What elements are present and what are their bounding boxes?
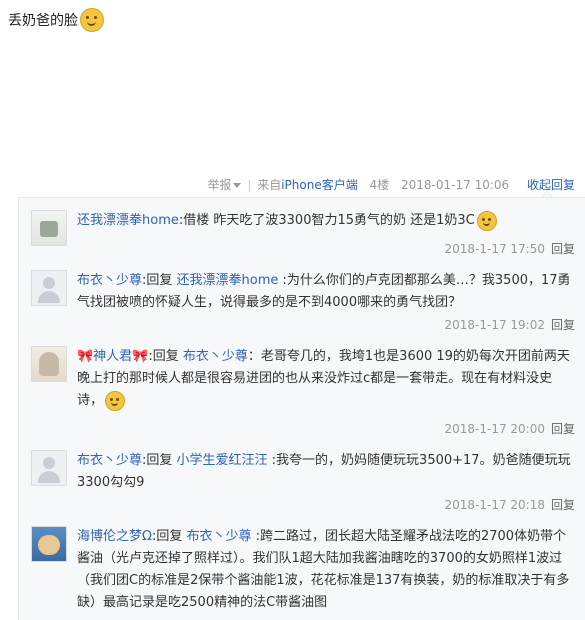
reply-time: 2018-1-17 19:02	[444, 318, 545, 332]
reply-button[interactable]: 回复	[551, 318, 575, 332]
username-link[interactable]: 还我漂漂拳home	[77, 213, 179, 228]
reply-button[interactable]: 回复	[551, 242, 575, 256]
username-link[interactable]: 布衣丶少尊	[77, 273, 142, 288]
post-text: 丢奶爸的脸	[8, 13, 78, 29]
reply-content: 布衣丶少尊:回复 还我漂漂拳home :为什么你们的卢克团都那么美…？我3500…	[77, 273, 571, 310]
reply-time: 2018-1-17 20:18	[444, 498, 545, 512]
reply-list: 还我漂漂拳home:借楼 昨天吃了波3300智力15勇气的奶 还是1奶3C 20…	[18, 197, 585, 620]
reply-content: 海博伦之梦Ω:回复 布衣丶少尊 :跨二路过，团长超大陆圣耀矛战法吃的2700体奶…	[77, 529, 570, 610]
reply-meta: 2018-1-17 19:02 回复	[444, 316, 575, 333]
divider: |	[247, 178, 252, 192]
username-link[interactable]: 布衣丶少尊	[77, 453, 142, 468]
floor-number: 4楼	[369, 178, 390, 192]
reply-time: 2018-1-17 17:50	[444, 242, 545, 256]
device-link[interactable]: iPhone客户端	[281, 178, 358, 192]
reply-button[interactable]: 回复	[551, 422, 575, 436]
avatar[interactable]	[31, 346, 67, 382]
reply-target-link[interactable]: 布衣丶少尊	[186, 529, 251, 544]
reply-target-link[interactable]: 布衣丶少尊	[183, 349, 248, 364]
reply-text: 借楼 昨天吃了波3300智力15勇气的奶 还是1奶3C	[183, 213, 475, 228]
sweat-smile-emoji-icon	[80, 8, 104, 32]
reply-target-link[interactable]: 小学生爱红汪汪	[177, 453, 268, 468]
reply-meta: 2018-1-17 17:50 回复	[444, 240, 575, 257]
reply-content: 还我漂漂拳home:借楼 昨天吃了波3300智力15勇气的奶 还是1奶3C	[77, 210, 577, 232]
post-content: 丢奶爸的脸	[8, 8, 104, 32]
username-link[interactable]: 海博伦之梦Ω	[77, 529, 152, 544]
source-label: 来自	[257, 178, 282, 192]
username-link[interactable]: 🎀神人君🎀	[77, 349, 148, 364]
avatar[interactable]	[31, 270, 67, 306]
avatar[interactable]	[31, 526, 67, 562]
report-link[interactable]: 举报	[207, 178, 242, 192]
avatar[interactable]	[31, 450, 67, 486]
avatar[interactable]	[31, 210, 67, 246]
grin-emoji-icon	[105, 390, 126, 411]
reply-meta: 2018-1-17 20:18 回复	[444, 496, 575, 513]
reply-content: 布衣丶少尊:回复 小学生爱红汪汪 :我夸一的，奶妈随便玩玩3500+17。奶爸随…	[77, 453, 571, 490]
chevron-down-icon	[233, 183, 242, 188]
reply-button[interactable]: 回复	[551, 498, 575, 512]
reply-time: 2018-1-17 20:00	[444, 422, 545, 436]
reply-meta: 2018-1-17 20:00 回复	[444, 420, 575, 437]
smirk-emoji-icon	[476, 210, 497, 231]
reply-target-link[interactable]: 还我漂漂拳home	[177, 273, 279, 288]
reply-content: 🎀神人君🎀:回复 布衣丶少尊：老哥夸几的，我垮1也是3600 19的奶每次开团前…	[77, 346, 577, 412]
post-time: 2018-01-17 10:06	[401, 178, 510, 192]
